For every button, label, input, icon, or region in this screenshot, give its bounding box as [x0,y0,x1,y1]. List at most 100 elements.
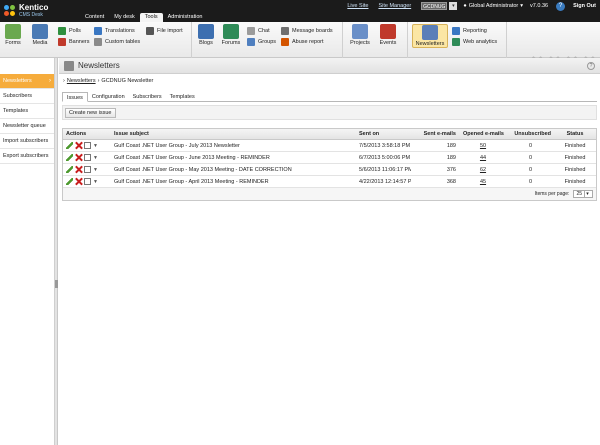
page-tabs: Issues Configuration Subscribers Templat… [62,92,597,102]
help-icon[interactable]: ? [556,1,566,11]
media-button[interactable]: Media [29,24,51,46]
edit-icon[interactable] [66,178,73,185]
column-sent-emails[interactable]: Sent e-mails [411,129,459,139]
delete-icon[interactable] [75,178,82,185]
forms-button[interactable]: Forms [2,24,24,46]
grid-header: Actions Issue subject Sent on Sent e-mai… [63,129,596,140]
sidebar-item-newsletter-queue[interactable]: Newsletter queue [0,119,54,134]
breadcrumb-link-newsletters[interactable]: Newsletters [67,78,96,84]
create-new-issue-button[interactable]: Create new issue [65,108,116,118]
opened-emails-link[interactable]: 45 [459,176,507,187]
delete-icon[interactable] [75,142,82,149]
tab-my-desk[interactable]: My desk [109,13,139,22]
opened-emails-link[interactable]: 62 [459,164,507,175]
edit-icon[interactable] [66,154,73,161]
sidebar-item-newsletters[interactable]: Newsletters › [0,74,54,89]
help-icon[interactable]: ? [587,62,595,70]
preview-icon[interactable] [84,166,91,173]
sidebar-item-import-subscribers[interactable]: Import subscribers [0,134,54,149]
preview-icon[interactable] [84,154,91,161]
sidebar-splitter[interactable] [55,58,58,445]
events-button[interactable]: Events [377,24,399,46]
top-links: Live Site Site Manager GCDNUG ▾ ● Global… [347,0,600,12]
column-opened-emails[interactable]: Opened e-mails [459,129,507,139]
tab-configuration[interactable]: Configuration [88,92,129,102]
column-subject[interactable]: Issue subject [111,129,356,139]
sidebar-item-templates[interactable]: Templates [0,104,54,119]
sidebar: Newsletters › Subscribers Templates News… [0,58,55,445]
newsletters-icon [422,25,438,40]
kentico-logo[interactable]: Kentico CMS Desk [4,2,84,20]
delete-icon[interactable] [75,166,82,173]
chevron-down-icon[interactable]: ▼ [93,176,98,187]
polls-button[interactable]: Polls [58,26,81,35]
column-unsubscribed[interactable]: Unsubscribed [507,129,554,139]
site-selector[interactable]: GCDNUG [421,2,448,10]
site-manager-link[interactable]: Site Manager [378,3,411,9]
main-tabs: Content My desk Tools Administration [80,13,207,22]
splitter-handle-icon[interactable] [55,280,58,288]
file-import-button[interactable]: File import [146,26,183,35]
tab-content[interactable]: Content [80,13,109,22]
tab-tools[interactable]: Tools [139,13,163,22]
items-per-page-label: Items per page: [534,191,570,197]
abuse-report-icon [281,37,289,46]
banners-button[interactable]: Banners [58,37,90,46]
preview-icon[interactable] [84,142,91,149]
web-analytics-button[interactable]: Web analytics [452,37,497,46]
custom-tables-button[interactable]: Custom tables [94,37,140,46]
chevron-down-icon[interactable]: ▼ [93,152,98,163]
file-import-icon [146,26,154,35]
chevron-right-icon: › [49,78,51,84]
user-menu[interactable]: ● Global Administrator ▾ [463,3,523,9]
groups-button[interactable]: Groups [247,37,276,46]
opened-emails-link[interactable]: 50 [459,140,507,151]
tab-subscribers[interactable]: Subscribers [129,92,166,102]
reporting-button[interactable]: Reporting [452,26,487,35]
delete-icon[interactable] [75,154,82,161]
ribbon-group-marketing: Newsletters Reporting Web analytics [409,22,507,58]
message-boards-button[interactable]: Message boards [281,26,333,35]
forums-button[interactable]: Forums [220,24,242,46]
row-actions: ▼ [63,140,111,151]
newsletters-button[interactable]: Newsletters [412,24,448,48]
chevron-down-icon[interactable]: ▼ [93,140,98,151]
tab-templates[interactable]: Templates [166,92,199,102]
sidebar-item-export-subscribers[interactable]: Export subscribers [0,149,54,164]
site-selector-dropdown-icon[interactable]: ▾ [449,2,458,10]
sent-emails: 189 [446,155,456,161]
translations-button[interactable]: Translations [94,26,135,35]
ribbon-group-label [344,51,407,58]
column-sent-on[interactable]: Sent on [356,129,411,139]
edit-icon[interactable] [66,166,73,173]
sent-on: 7/5/2013 3:58:18 PM [359,143,411,149]
status: Finished [564,179,586,185]
blogs-button[interactable]: Blogs [195,24,217,46]
status: Finished [564,143,586,149]
ribbon-group-label [0,51,191,58]
edit-icon[interactable] [66,142,73,149]
sign-out-button[interactable]: Sign Out [573,3,596,9]
items-per-page-select[interactable]: 25 ▾ [573,190,593,198]
sidebar-item-subscribers[interactable]: Subscribers [0,89,54,104]
projects-button[interactable]: Projects [349,24,371,46]
web-analytics-icon [452,37,460,46]
column-status[interactable]: Status [554,129,596,139]
preview-icon[interactable] [84,178,91,185]
user-name: Global Administrator [468,3,519,9]
tab-administration[interactable]: Administration [163,13,208,22]
ribbon-toolbar: Forms Media Polls Banners Translations C… [0,22,600,71]
media-icon [32,24,48,39]
chevron-down-icon: ▾ [520,3,524,9]
row-actions: ▼ [63,176,111,187]
issue-subject: Gulf Coast .NET User Group - July 2013 N… [114,143,240,149]
live-site-link[interactable]: Live Site [347,3,368,9]
chevron-down-icon[interactable]: ▼ [93,164,98,175]
unsubscribed: 0 [528,143,533,149]
opened-emails-link[interactable]: 44 [459,152,507,163]
chat-button[interactable]: Chat [247,26,270,35]
tab-issues[interactable]: Issues [62,92,88,102]
abuse-report-button[interactable]: Abuse report [281,37,324,46]
sent-on: 6/7/2013 5:00:06 PM [359,155,411,161]
issues-grid: Actions Issue subject Sent on Sent e-mai… [62,128,597,201]
